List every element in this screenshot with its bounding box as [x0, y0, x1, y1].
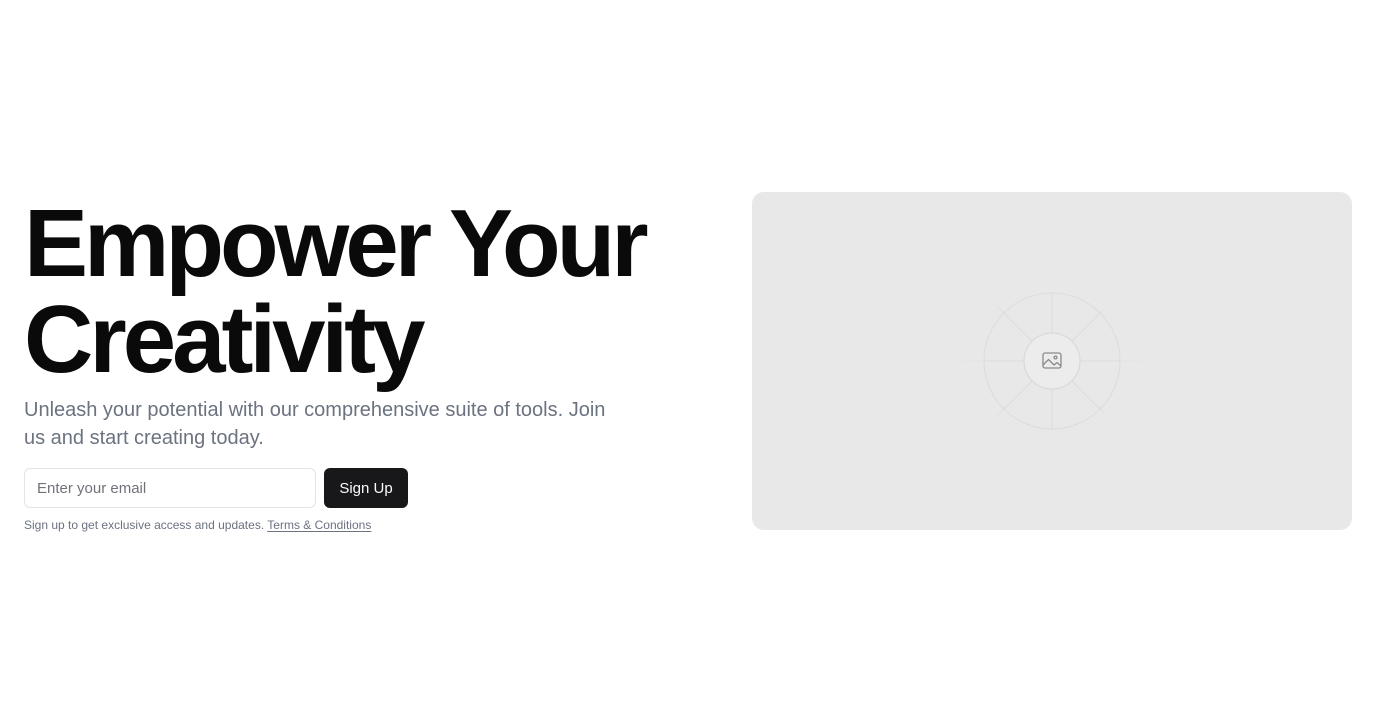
hero-image-placeholder: [752, 192, 1352, 530]
signup-note: Sign up to get exclusive access and upda…: [24, 517, 704, 533]
sign-up-button[interactable]: Sign Up: [324, 468, 408, 508]
headline-line-2: Creativity: [24, 286, 426, 393]
image-placeholder-graphic: [957, 270, 1147, 452]
hero-headline: Empower Your Creativity: [24, 196, 704, 388]
signup-form: Sign Up: [24, 468, 704, 508]
email-input[interactable]: [24, 468, 316, 508]
headline-line-1: Empower Your: [24, 190, 649, 297]
hero-section: Empower Your Creativity Unleash your pot…: [24, 196, 704, 533]
terms-conditions-link[interactable]: Terms & Conditions: [267, 518, 371, 532]
page: Empower Your Creativity Unleash your pot…: [0, 0, 1376, 722]
signup-note-text: Sign up to get exclusive access and upda…: [24, 518, 265, 532]
hero-subtitle: Unleash your potential with our comprehe…: [24, 399, 606, 449]
